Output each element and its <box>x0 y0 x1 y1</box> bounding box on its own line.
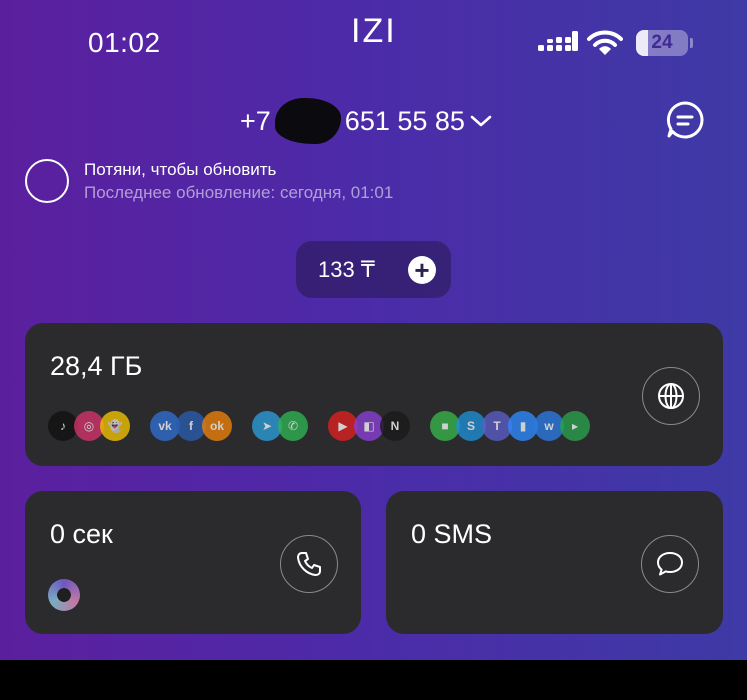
calls-remaining: 0 сек <box>50 519 113 549</box>
phone-prefix: +7 <box>240 105 271 136</box>
refresh-subtitle: Последнее обновление: сегодня, 01:01 <box>84 183 394 202</box>
redaction-mark <box>274 98 341 144</box>
refresh-title: Потяни, чтобы обновить <box>84 160 277 179</box>
sms-button[interactable] <box>641 535 699 593</box>
cellular-signal-icon <box>538 31 578 51</box>
internet-button[interactable] <box>642 367 700 425</box>
phone-number-selector[interactable]: +7 651 55 85 <box>240 98 493 144</box>
carrier-brand: IZI <box>351 12 397 50</box>
whatsapp-icon: ✆ <box>278 411 308 441</box>
internet-remaining: 28,4 ГБ <box>50 351 143 381</box>
wifi-icon <box>587 30 623 55</box>
app-badge-icon <box>48 579 80 611</box>
google-meet-icon: ▸ <box>560 411 590 441</box>
bottom-bar <box>0 660 747 700</box>
phone-suffix: 651 55 85 <box>344 105 465 136</box>
odnoklassniki-icon: ok <box>202 411 232 441</box>
calls-button[interactable] <box>280 535 338 593</box>
sms-card[interactable]: 0 SMS <box>386 491 723 634</box>
support-chat-icon[interactable] <box>665 100 705 140</box>
status-time: 01:02 <box>88 27 161 58</box>
refresh-spinner-icon <box>25 159 69 203</box>
snapchat-icon: 👻 <box>100 411 130 441</box>
app-screen: 01:02 IZI 24 +7 651 55 85 Потяни, чтобы <box>0 0 747 660</box>
phone-icon <box>297 552 321 576</box>
balance-pill[interactable]: 133 ₸ + <box>296 241 451 298</box>
globe-icon <box>658 383 684 409</box>
chevron-down-icon <box>470 115 492 127</box>
calls-card[interactable]: 0 сек <box>25 491 361 634</box>
netflix-icon: N <box>380 411 410 441</box>
battery-level: 24 <box>651 32 673 53</box>
battery-cap <box>690 38 693 48</box>
top-up-plus-icon[interactable]: + <box>408 256 436 284</box>
internet-card[interactable]: 28,4 ГБ ♪ ◎ 👻 vk f ok ➤ ✆ ▶ ◧ N ■ S T ▮ w ▸ <box>25 323 723 466</box>
battery-indicator: 24 <box>636 30 688 56</box>
message-bubble-icon <box>657 552 683 576</box>
balance-amount: 133 ₸ <box>318 256 375 282</box>
sms-remaining: 0 SMS <box>411 519 493 549</box>
